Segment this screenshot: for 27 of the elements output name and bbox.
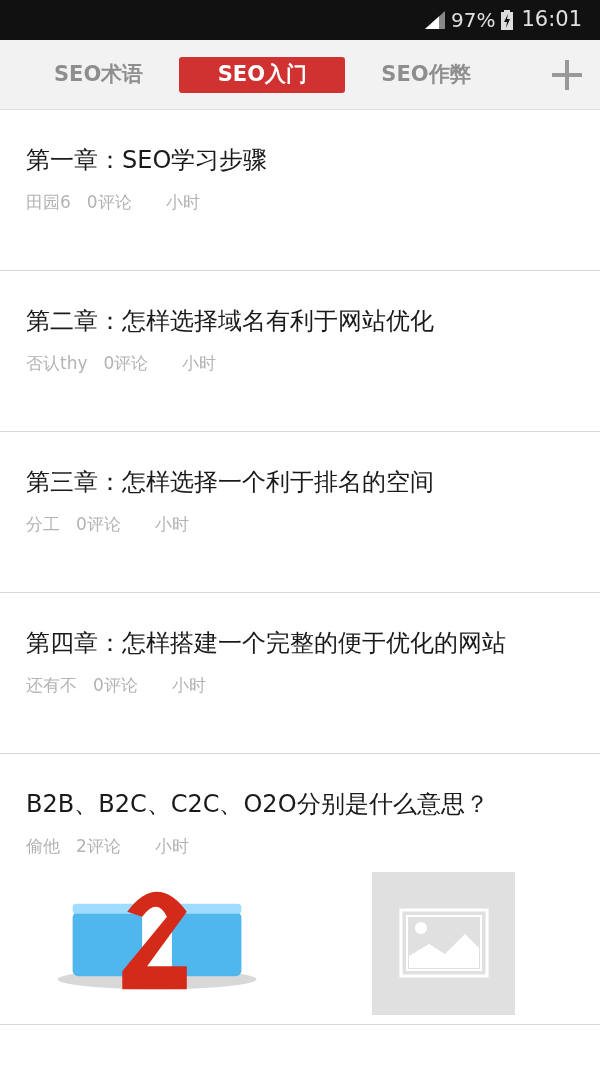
comment-count: 2评论 [76, 835, 121, 858]
battery-percent: 97% [451, 7, 496, 34]
author-name: 田园6 [26, 191, 71, 214]
comment-count: 0评论 [93, 674, 138, 697]
comment-count: 0评论 [86, 191, 132, 214]
article-title[interactable]: B2B、B2C、C2C、O2O分别是什么意思？ [26, 788, 574, 820]
comment-count: 0评论 [76, 513, 121, 536]
post-time: 小时 [165, 191, 200, 214]
author-name: 还有不 [26, 674, 77, 697]
image-icon [398, 908, 489, 978]
add-icon[interactable] [551, 58, 583, 91]
article-title[interactable]: 第二章：怎样选择域名有利于网站优化 [26, 305, 574, 337]
article-title[interactable]: 第四章：怎样搭建一个完整的便于优化的网站 [26, 627, 574, 659]
post-time: 小时 [154, 513, 189, 536]
battery-icon [501, 10, 514, 30]
article-title[interactable]: 第一章：SEO学习步骤 [26, 144, 574, 176]
comment-count: 0评论 [103, 352, 149, 375]
post-time: 小时 [154, 835, 189, 858]
signal-icon [425, 11, 445, 29]
author-name: 分工 [26, 513, 60, 536]
clock: 16:01 [521, 6, 582, 34]
post-time: 小时 [171, 674, 206, 697]
author-name: 偷他 [26, 835, 60, 858]
author-name: 否认thy [26, 352, 88, 375]
post-time: 小时 [182, 352, 217, 375]
article-title[interactable]: 第三章：怎样选择一个利于排名的空间 [26, 466, 574, 498]
category-tab[interactable]: SEO入门 [179, 56, 346, 93]
